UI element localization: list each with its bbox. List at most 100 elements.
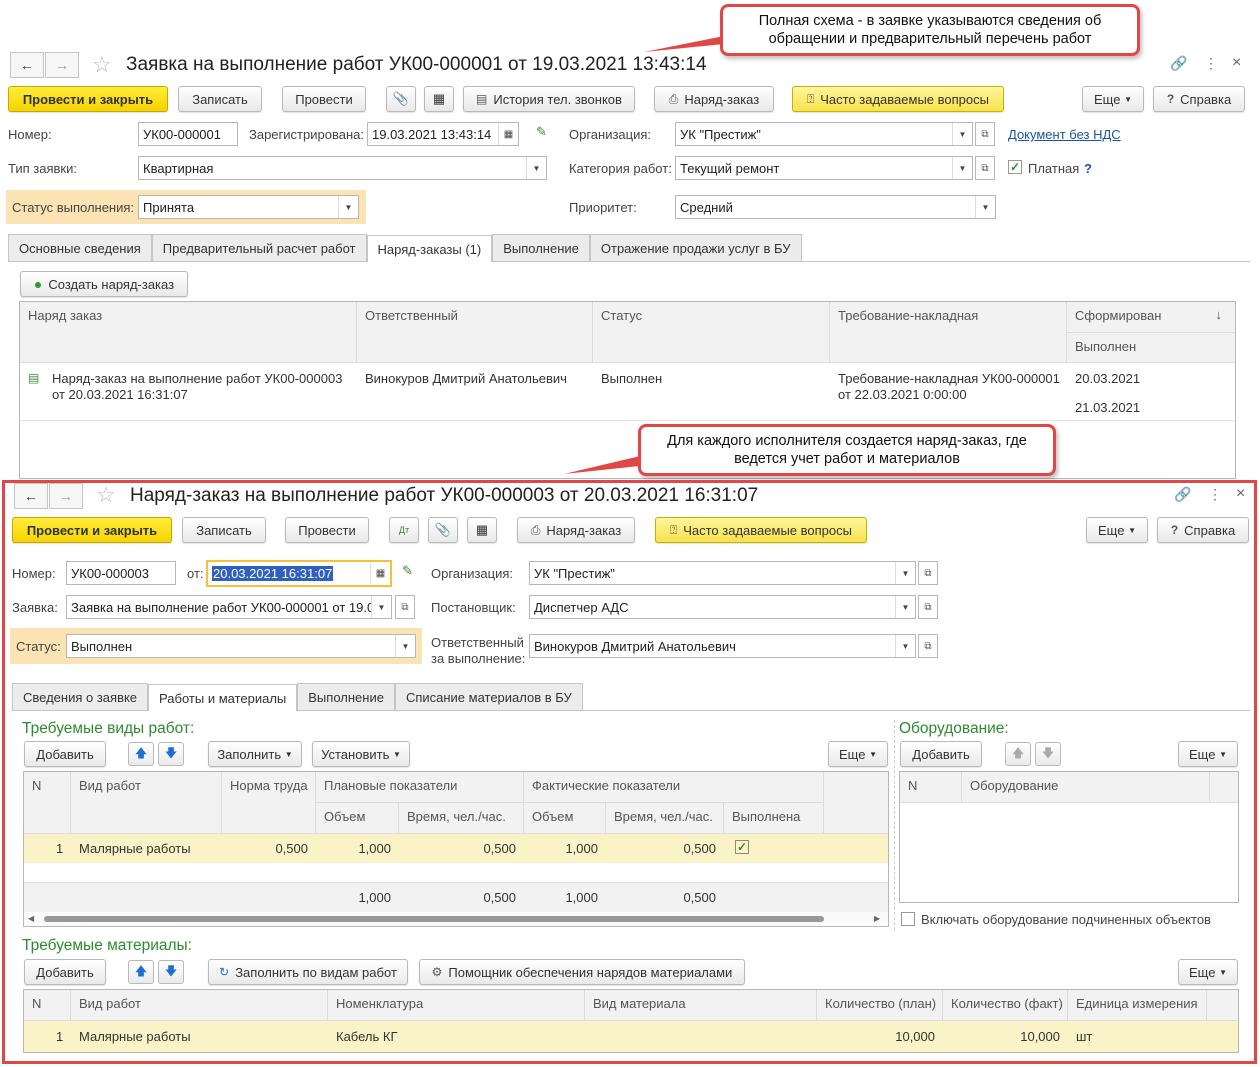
scroll-left-icon[interactable]: ◀	[28, 914, 34, 923]
structure-icon[interactable]: ▦	[467, 517, 497, 543]
order-label: Наряд-заказ	[546, 522, 622, 538]
col-norm[interactable]: Норма труда	[222, 772, 316, 834]
comment-icon[interactable]: ✎	[402, 563, 413, 579]
open-icon[interactable]: ⧉	[918, 634, 938, 658]
col-fact-time[interactable]: Время, чел./час.	[606, 803, 724, 834]
move-down-icon[interactable]: 🡇	[1035, 742, 1061, 766]
set-button[interactable]: Установить ▼	[312, 741, 410, 767]
add-work-button[interactable]: Добавить	[24, 741, 106, 767]
number-field[interactable]: УК00-000003	[66, 561, 176, 585]
date-field[interactable]: 20.03.2021 16:31:07 ▦	[206, 560, 392, 587]
order-button[interactable]: ⎙ Наряд-заказ	[517, 517, 635, 543]
move-up-icon[interactable]: 🡅	[128, 742, 154, 766]
fill-button[interactable]: Заполнить ▼	[208, 741, 302, 767]
totals-row: 1,000 0,500 1,000 0,500	[24, 882, 888, 912]
chevron-down-icon[interactable]: ▼	[895, 562, 915, 584]
status-value: Выполнен	[71, 638, 133, 654]
organization-label: Организация:	[431, 566, 514, 581]
table-row[interactable]: 1 Малярные работы Кабель КГ 10,000 10,00…	[24, 1021, 1238, 1052]
helper-icon: ⚙	[431, 965, 443, 979]
attach-icon[interactable]: 📎	[428, 517, 458, 543]
row-norm: 0,500	[275, 841, 308, 856]
col-n[interactable]: N	[24, 772, 71, 834]
works-table: N Вид работ Норма труда Плановые показат…	[23, 771, 889, 927]
request-field[interactable]: Заявка на выполнение работ УК00-000001 о…	[66, 595, 392, 619]
include-equipment-checkbox[interactable]	[901, 912, 915, 926]
equipment-more-button[interactable]: Еще ▼	[1178, 741, 1238, 767]
responsible-field[interactable]: Винокуров Дмитрий Анатольевич ▼	[529, 634, 916, 658]
open-icon[interactable]: ⧉	[395, 595, 415, 619]
more-button[interactable]: Еще ▼	[1086, 517, 1148, 543]
open-icon[interactable]: ⧉	[918, 595, 938, 619]
col-material-type[interactable]: Вид материала	[585, 990, 817, 1021]
row-n: 1	[56, 841, 64, 856]
open-icon[interactable]: ⧉	[918, 561, 938, 585]
close-icon[interactable]: ×	[1236, 485, 1245, 503]
more-label: Еще	[839, 746, 866, 762]
help-button[interactable]: ? Справка	[1157, 517, 1249, 543]
col-kind[interactable]: Вид работ	[71, 990, 328, 1021]
works-more-button[interactable]: Еще ▼	[828, 741, 888, 767]
horizontal-scrollbar[interactable]: ◀ ▶	[24, 912, 888, 926]
table-row[interactable]: 1 Малярные работы 0,500 1,000 0,500 1,00…	[24, 834, 888, 863]
col-unit[interactable]: Единица измерения	[1068, 990, 1207, 1021]
tab-materials-writeoff[interactable]: Списание материалов в БУ	[394, 683, 583, 710]
chevron-down-icon[interactable]: ▼	[371, 596, 391, 618]
done-checkbox[interactable]: ✓	[735, 840, 749, 854]
col-n[interactable]: N	[900, 772, 962, 803]
col-plan-volume[interactable]: Объем	[316, 803, 399, 834]
col-fact-volume[interactable]: Объем	[524, 803, 606, 834]
more-vertical-icon[interactable]: ⋮	[1208, 486, 1222, 503]
col-nomenclature[interactable]: Номенклатура	[328, 990, 585, 1021]
faq-button[interactable]: ⍰ Часто задаваемые вопросы	[655, 517, 867, 543]
dt-kt-icon[interactable]: Дт	[389, 517, 419, 543]
works-section-title: Требуемые виды работ:	[22, 720, 195, 737]
forward-button[interactable]: →	[49, 483, 83, 509]
calendar-icon[interactable]: ▦	[370, 562, 390, 585]
move-down-icon[interactable]: 🡇	[158, 742, 184, 766]
move-up-icon[interactable]: 🡅	[1005, 742, 1031, 766]
callout-full-scheme: Полная схема - в заявке указываются свед…	[720, 4, 1140, 56]
scroll-thumb[interactable]	[44, 916, 824, 922]
scroll-right-icon[interactable]: ▶	[874, 914, 880, 923]
add-equipment-button[interactable]: Добавить	[900, 741, 982, 767]
col-kind[interactable]: Вид работ	[71, 772, 222, 834]
helper-button[interactable]: ⚙ Помощник обеспечения нарядов материалам…	[419, 959, 745, 985]
caret-down-icon: ▼	[1128, 525, 1136, 535]
back-button[interactable]: ←	[14, 483, 48, 509]
move-up-icon[interactable]: 🡅	[128, 960, 154, 984]
fill-by-works-button[interactable]: ↻ Заполнить по видам работ	[208, 959, 408, 985]
help-icon: ?	[1170, 523, 1179, 537]
save-button[interactable]: Записать	[182, 517, 266, 543]
move-down-icon[interactable]: 🡇	[158, 960, 184, 984]
chevron-down-icon[interactable]: ▼	[895, 596, 915, 618]
caret-down-icon: ▼	[1219, 967, 1227, 977]
tab-execution[interactable]: Выполнение	[297, 683, 395, 710]
status-field[interactable]: Выполнен ▼	[66, 634, 416, 658]
add-material-button[interactable]: Добавить	[24, 959, 106, 985]
col-done[interactable]: Выполнена	[724, 803, 824, 834]
materials-section-title: Требуемые материалы:	[22, 937, 192, 954]
tab-works-materials[interactable]: Работы и материалы	[148, 684, 298, 711]
responsible-label-1: Ответственный	[431, 635, 524, 650]
post-and-close-button[interactable]: Провести и закрыть	[12, 517, 172, 543]
materials-more-button[interactable]: Еще ▼	[1178, 959, 1238, 985]
col-plan-time[interactable]: Время, чел./час.	[399, 803, 524, 834]
link-icon[interactable]: 🔗	[1174, 486, 1191, 503]
col-plan[interactable]: Плановые показатели	[316, 772, 524, 803]
col-n[interactable]: N	[24, 990, 71, 1021]
col-equipment[interactable]: Оборудование	[962, 772, 1210, 803]
favorite-star-icon[interactable]: ☆	[96, 482, 116, 508]
post-button[interactable]: Провести	[285, 517, 369, 543]
setter-field[interactable]: Диспетчер АДС ▼	[529, 595, 916, 619]
helper-label: Помощник обеспечения нарядов материалами	[448, 964, 733, 980]
col-fact[interactable]: Фактические показатели	[524, 772, 824, 803]
col-qty-plan[interactable]: Количество (план)	[817, 990, 943, 1021]
chevron-down-icon[interactable]: ▼	[895, 635, 915, 657]
organization-field[interactable]: УК "Престиж" ▼	[529, 561, 916, 585]
caret-down-icon: ▼	[1219, 749, 1227, 759]
row-fact-time: 0,500	[683, 841, 716, 856]
col-qty-fact[interactable]: Количество (факт)	[943, 990, 1068, 1021]
chevron-down-icon[interactable]: ▼	[395, 635, 415, 657]
tab-request-info[interactable]: Сведения о заявке	[12, 683, 149, 710]
